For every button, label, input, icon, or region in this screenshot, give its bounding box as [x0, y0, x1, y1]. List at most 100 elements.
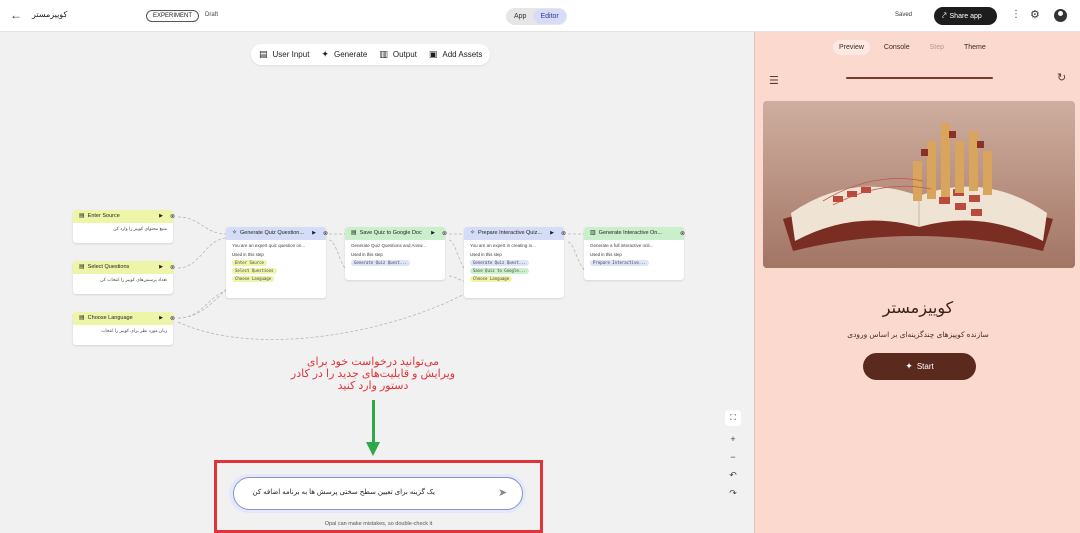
node-choose-language[interactable]: ▤ Choose Language ▶ زبان مورد نظر برای کوی…	[73, 312, 173, 345]
top-bar: ← کوییزمستر EXPERIMENT Draft App Editor …	[0, 0, 1080, 32]
node-output-icon[interactable]: ⊗	[170, 213, 175, 220]
instruction-annotation: می‌توانید درخواست خود برای ویرایش و قابل…	[278, 356, 468, 392]
document-icon: ▤	[351, 230, 357, 236]
app-title[interactable]: کوییزمستر	[32, 10, 67, 19]
sparkle-icon: ✧	[470, 230, 476, 236]
tab-console[interactable]: Console	[878, 40, 916, 55]
output-icon: ▥	[379, 49, 388, 59]
annotation-line: می‌توانید درخواست خود برای	[306, 356, 440, 368]
node-save-quiz[interactable]: ▤ Save Quiz to Google Doc ▶ Generate Quiz …	[345, 227, 445, 280]
annotation-arrow	[372, 400, 375, 444]
tab-step[interactable]: Step	[924, 40, 950, 55]
node-body: Generate Quiz Questions and Answ...	[351, 243, 427, 248]
share-icon: ⤤	[942, 11, 947, 20]
sparkle-icon: ✦	[905, 361, 913, 371]
mode-editor-button[interactable]: Editor	[533, 9, 566, 24]
input-chip: Prepare Interactive...	[590, 260, 649, 266]
zoom-in-icon[interactable]: +	[730, 430, 735, 448]
output-button[interactable]: ▥ Output	[379, 49, 417, 60]
undo-icon[interactable]: ↶	[729, 466, 737, 484]
node-output-icon[interactable]: ⊗	[442, 230, 447, 237]
avatar[interactable]	[1054, 9, 1067, 22]
node-prepare-quiz[interactable]: ✧ Prepare Interactive Quiz... ▶ You are an…	[464, 227, 564, 298]
node-title: Save Quiz to Google Doc	[359, 230, 422, 236]
hero-image	[763, 101, 1075, 268]
play-icon[interactable]: ▶	[159, 210, 163, 223]
node-output-icon[interactable]: ⊗	[170, 264, 175, 271]
play-icon[interactable]: ▶	[431, 227, 435, 240]
play-icon[interactable]: ▶	[159, 312, 163, 325]
zoom-out-icon[interactable]: −	[730, 448, 735, 466]
annotation-line: دستور وارد کنید	[337, 380, 409, 392]
node-title: Choose Language	[87, 315, 133, 321]
user-input-icon: ▤	[79, 213, 85, 219]
fit-view-icon[interactable]: ⛶	[725, 410, 741, 426]
annotation-line: ویرایش و قابلیت‌های جدید را در کادر	[290, 368, 456, 380]
node-enter-source[interactable]: ▤ Enter Source ▶ منبع محتوای کوییز را وارد…	[73, 210, 173, 243]
play-icon[interactable]: ▶	[550, 227, 554, 240]
node-output-icon[interactable]: ⊗	[170, 315, 175, 322]
add-assets-icon: ▣	[428, 49, 438, 59]
node-output-icon[interactable]: ⊗	[561, 230, 566, 237]
play-icon[interactable]: ▶	[159, 261, 163, 274]
node-body: You are an expert quiz question on...	[232, 243, 306, 248]
menu-icon[interactable]: ☰	[769, 74, 779, 87]
redo-icon[interactable]: ↷	[729, 484, 737, 502]
node-body: منبع محتوای کوییز را وارد کن	[113, 226, 167, 231]
preview-title: کوییزمستر	[882, 300, 954, 317]
play-icon[interactable]: ▶	[312, 227, 316, 240]
book-illustration	[763, 101, 1075, 268]
progress-bar	[846, 77, 993, 79]
refresh-icon[interactable]: ↻	[1057, 71, 1066, 84]
sparkle-icon: ✧	[232, 230, 238, 236]
disclaimer: Opal can make mistakes, so double-check …	[324, 521, 433, 527]
user-input-icon: ▤	[79, 264, 85, 270]
add-assets-button[interactable]: ▣ Add Assets	[429, 49, 483, 60]
input-chip: Choose Language	[470, 276, 513, 282]
node-title: Enter Source	[87, 213, 120, 219]
share-label: Share app	[949, 13, 982, 20]
saved-status: Saved	[895, 12, 913, 18]
share-app-button[interactable]: ⤤ Share app	[934, 7, 997, 25]
start-button[interactable]: ✦ Start	[863, 353, 976, 380]
back-arrow-icon[interactable]: ←	[10, 8, 22, 22]
tool-label: User Input	[272, 50, 310, 59]
prompt-text[interactable]: یک گزینه برای تعیین سطح سختی پرسش ها به …	[245, 488, 436, 496]
more-options-icon[interactable]: ⋮	[1011, 9, 1021, 20]
node-body: You are an expert in creating in...	[470, 243, 536, 248]
tool-label: Output	[392, 50, 417, 59]
node-title: Generate Interactive On...	[598, 230, 662, 236]
output-icon: ▥	[590, 230, 596, 236]
user-input-icon: ▤	[259, 49, 268, 59]
arrow-down-icon	[366, 442, 380, 456]
send-icon[interactable]: ➤	[498, 486, 507, 499]
node-generate-quiz[interactable]: ✧ Generate Quiz Question... ▶ You are an e…	[226, 227, 326, 298]
preview-tabs: Preview Console Step Theme	[833, 40, 1000, 55]
node-select-questions[interactable]: ▤ Select Questions ▶ تعداد پرسش‌های کوییز …	[73, 261, 173, 294]
input-chip: Generate Quiz Quest...	[351, 260, 410, 266]
start-label: Start	[916, 362, 934, 371]
canvas-toolbar: ▤ User Input ✦ Generate ▥ Output ▣ Add Asset…	[251, 44, 491, 65]
node-body: زبان مورد نظر برای کوییز را انتخاب	[101, 328, 167, 333]
node-generate-interactive[interactable]: ▥ Generate Interactive On... Generate a f…	[584, 227, 684, 280]
tab-theme[interactable]: Theme	[958, 40, 992, 55]
mode-app-button[interactable]: App	[507, 9, 533, 24]
gear-icon[interactable]: ⚙	[1030, 8, 1040, 21]
generate-button[interactable]: ✦ Generate	[321, 49, 367, 60]
node-output-icon[interactable]: ⊗	[680, 230, 685, 237]
preview-subtitle: سازنده کوییزهای چندگزینه‌ای بر اساس ورود…	[847, 330, 989, 339]
node-title: Generate Quiz Question...	[240, 230, 304, 236]
tab-preview[interactable]: Preview	[833, 40, 870, 55]
experiment-badge: EXPERIMENT	[146, 10, 200, 22]
input-chip: Choose Language	[232, 276, 275, 282]
node-output-icon[interactable]: ⊗	[323, 230, 328, 237]
zoom-controls: ⛶ + − ↶ ↷	[724, 410, 742, 502]
node-body: Generate a full interactive onli...	[590, 243, 654, 248]
user-input-button[interactable]: ▤ User Input	[259, 49, 309, 60]
user-input-icon: ▤	[79, 315, 85, 321]
tool-label: Generate	[333, 50, 368, 59]
tool-label: Add Assets	[442, 50, 483, 59]
mode-switch: App Editor	[506, 8, 567, 25]
draft-status: Draft	[205, 12, 219, 18]
preview-panel: Preview Console Step Theme ☰ ↻ کوییزمستر…	[754, 32, 1080, 533]
